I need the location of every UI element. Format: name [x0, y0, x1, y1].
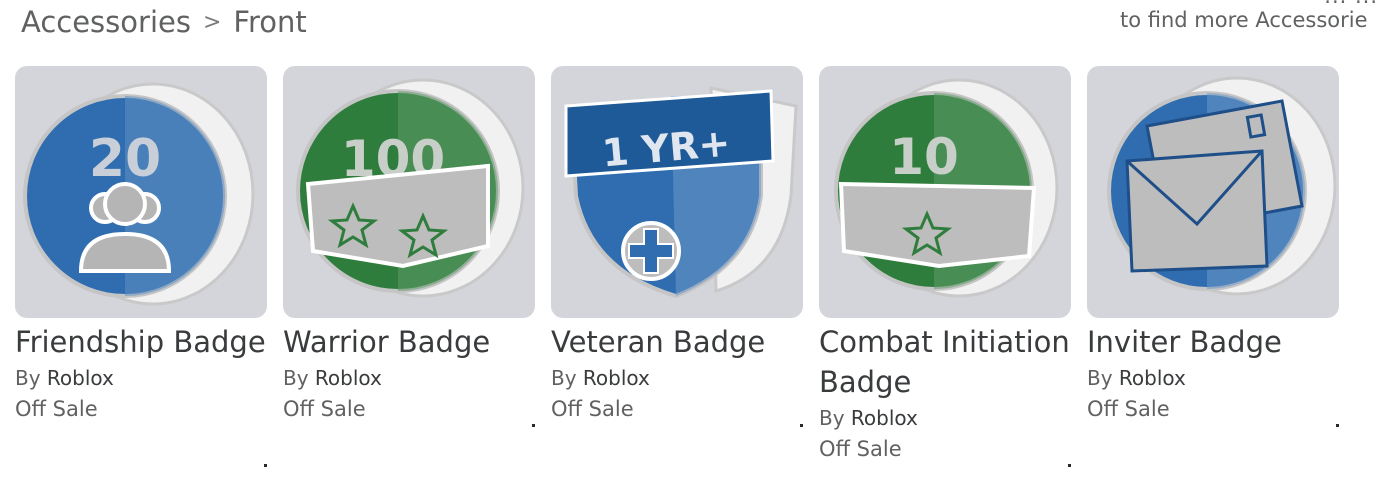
item-card[interactable]: Inviter Badge By Roblox Off Sale: [1087, 66, 1339, 476]
by-label: By: [551, 366, 577, 390]
item-creator: By Roblox: [819, 402, 1071, 434]
item-price: Off Sale: [15, 397, 98, 421]
breadcrumb-current: Front: [233, 5, 307, 39]
by-label: By: [15, 366, 41, 390]
item-creator: By Roblox: [551, 362, 803, 394]
creator-link[interactable]: Roblox: [583, 366, 650, 390]
card-dot: [264, 464, 267, 467]
card-dot: [800, 424, 803, 427]
card-dot: [1336, 424, 1339, 427]
item-name[interactable]: Warrior Badge: [283, 322, 535, 362]
by-label: By: [819, 406, 845, 430]
breadcrumb: Accessories > Front: [21, 2, 307, 42]
item-price: Off Sale: [819, 437, 902, 461]
chevron-right-icon: >: [202, 9, 222, 35]
item-card[interactable]: 10 Combat Initiation Badge By Roblox Off…: [819, 66, 1071, 476]
catalog-page: Accessories > Front ... ... to find more…: [0, 0, 1380, 492]
item-name[interactable]: Veteran Badge: [551, 322, 803, 362]
item-grid: 20 Friendship Badge By Roblox Off Sale 1…: [15, 66, 1339, 476]
item-creator: By Roblox: [15, 362, 267, 394]
item-name[interactable]: Inviter Badge: [1087, 322, 1339, 362]
card-dot: [532, 424, 535, 427]
creator-link[interactable]: Roblox: [1119, 366, 1186, 390]
by-label: By: [283, 366, 309, 390]
item-price: Off Sale: [1087, 397, 1170, 421]
combat-initiation-badge-icon: 10: [834, 78, 1059, 298]
breadcrumb-accessories-link[interactable]: Accessories: [21, 5, 191, 39]
item-thumbnail[interactable]: 20: [15, 66, 267, 318]
by-label: By: [1087, 366, 1113, 390]
item-thumbnail[interactable]: 100: [283, 66, 535, 318]
item-creator: By Roblox: [1087, 362, 1339, 394]
search-hint: ... ... to find more Accessorie: [1120, 0, 1380, 40]
item-thumbnail[interactable]: 10: [819, 66, 1071, 318]
item-thumbnail[interactable]: 1 YR+: [551, 66, 803, 318]
warrior-badge-icon: 100: [296, 78, 525, 298]
inviter-badge-icon: [1107, 76, 1337, 296]
search-hint-line2: to find more Accessorie: [1120, 8, 1368, 32]
card-dot: [1068, 464, 1071, 467]
item-thumbnail[interactable]: [1087, 66, 1339, 318]
item-name[interactable]: Friendship Badge: [15, 322, 267, 362]
item-card[interactable]: 1 YR+ Veteran Badge By Roblox Off Sale: [551, 66, 803, 476]
badge-number: 10: [889, 128, 959, 186]
item-name[interactable]: Combat Initiation Badge: [819, 322, 1071, 402]
creator-link[interactable]: Roblox: [315, 366, 382, 390]
friendship-badge-icon: 20: [23, 82, 255, 306]
search-hint-line1: ... ...: [1324, 0, 1378, 8]
item-card[interactable]: 100 Warrior Badge By Roblox Off Sale: [283, 66, 535, 476]
item-price: Off Sale: [283, 397, 366, 421]
item-price: Off Sale: [551, 397, 634, 421]
item-creator: By Roblox: [283, 362, 535, 394]
creator-link[interactable]: Roblox: [851, 406, 918, 430]
item-card[interactable]: 20 Friendship Badge By Roblox Off Sale: [15, 66, 267, 476]
creator-link[interactable]: Roblox: [47, 366, 114, 390]
veteran-badge-icon: 1 YR+: [564, 86, 798, 299]
badge-number: 20: [89, 129, 161, 189]
